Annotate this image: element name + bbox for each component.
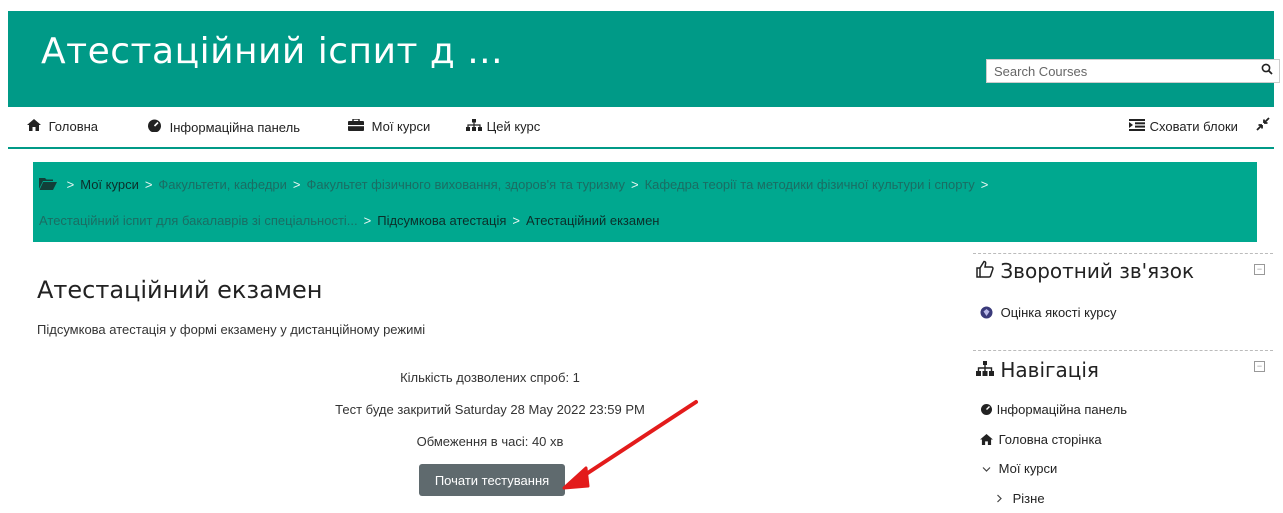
thumbs-up-icon: [976, 259, 1000, 283]
breadcrumb-item-current[interactable]: Атестаційний екзамен: [526, 213, 659, 228]
nav-tree-my-courses[interactable]: Мої курси: [982, 461, 1057, 476]
search-icon[interactable]: [1261, 63, 1273, 78]
home-icon: [980, 432, 997, 447]
breadcrumb-item-section[interactable]: Підсумкова атестація: [377, 213, 506, 228]
feedback-block: Зворотний зв'язок − Оцінка якості курсу: [973, 253, 1273, 320]
nav-dashboard[interactable]: Інформаційна панель: [147, 119, 300, 135]
chevron-right-icon: [996, 491, 1007, 506]
nav-my-courses[interactable]: Мої курси: [348, 118, 431, 134]
nav-tree-dashboard[interactable]: Інформаційна панель: [980, 402, 1127, 417]
nav-this-course-label: Цей курс: [486, 119, 541, 134]
collapse-icon[interactable]: −: [1254, 264, 1265, 275]
page-title: Атестаційний екзамен: [37, 276, 323, 304]
quiz-description: Підсумкова атестація у формі екзамену у …: [37, 322, 426, 337]
dashboard-icon: [980, 402, 997, 417]
hide-blocks-label: Сховати блоки: [1149, 119, 1238, 134]
navigation-block-title: Навігація: [976, 358, 1099, 382]
site-header: Атестаційний іспит д ... Search Courses: [8, 11, 1280, 107]
breadcrumb-item-course[interactable]: Атестаційний іспит для бакалаврів зі спе…: [39, 213, 358, 228]
course-quality-link[interactable]: Оцінка якості курсу: [980, 305, 1117, 320]
breadcrumb-item-my-courses[interactable]: Мої курси: [80, 177, 139, 192]
nav-home-label: Головна: [48, 119, 99, 134]
navigation-block: Навігація − Інформаційна панель Головна …: [973, 350, 1273, 506]
nav-tree-home[interactable]: Головна сторінка: [980, 432, 1102, 447]
nav-dashboard-label: Інформаційна панель: [169, 120, 300, 135]
sitemap-icon: [466, 119, 486, 134]
folder-open-icon: [39, 177, 61, 193]
briefcase-icon: [348, 118, 368, 134]
feedback-activity-icon: [980, 305, 997, 320]
nav-this-course[interactable]: Цей курс: [466, 119, 540, 134]
feedback-block-title: Зворотний зв'язок: [976, 259, 1194, 283]
nav-home[interactable]: Головна: [27, 119, 98, 134]
home-icon: [27, 119, 45, 134]
sitemap-icon: [976, 358, 1000, 382]
attempts-allowed: Кількість дозволених спроб: 1: [400, 370, 580, 385]
hide-blocks-button[interactable]: Сховати блоки: [1129, 119, 1238, 134]
top-navbar: Головна Інформаційна панель Мої курси Це…: [8, 107, 1274, 149]
breadcrumb: > Мої курси > Факультети, кафедри > Факультет…: [33, 162, 1257, 242]
fullscreen-compress-icon[interactable]: [1256, 117, 1270, 134]
course-title[interactable]: Атестаційний іспит д ...: [41, 31, 503, 72]
nav-tree-misc[interactable]: Різне: [996, 491, 1045, 506]
breadcrumb-item-department[interactable]: Кафедра теорії та методики фізичної куль…: [645, 177, 975, 192]
search-placeholder: Search Courses: [994, 64, 1088, 79]
start-attempt-button[interactable]: Почати тестування: [419, 464, 565, 496]
outdent-icon: [1129, 119, 1149, 134]
breadcrumb-item-faculty[interactable]: Факультет фізичного виховання, здоров'я …: [307, 177, 625, 192]
collapse-icon[interactable]: −: [1254, 361, 1265, 372]
chevron-down-icon: [982, 461, 995, 476]
dashboard-icon: [147, 119, 166, 135]
nav-my-courses-label: Мої курси: [371, 119, 431, 134]
annotation-arrow: [562, 400, 698, 490]
search-courses-input[interactable]: Search Courses: [986, 59, 1280, 83]
breadcrumb-item-faculties[interactable]: Факультети, кафедри: [158, 177, 286, 192]
